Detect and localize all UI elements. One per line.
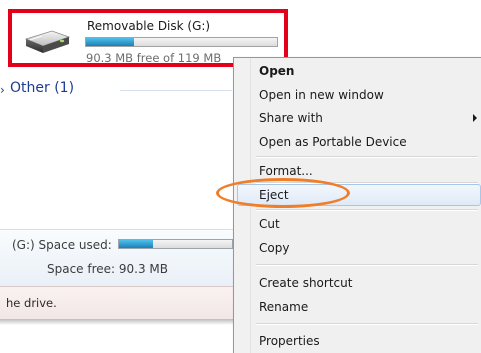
menu-item-format[interactable]: Format... (237, 160, 481, 182)
usb-drive-icon (24, 30, 71, 53)
menu-item-properties-label: Properties (259, 334, 320, 348)
drive-name-label: Removable Disk (G:) (87, 19, 211, 33)
menu-item-eject-label: Eject (259, 188, 289, 202)
details-space-free-label: Space free: 90.3 MB (47, 262, 169, 276)
menu-item-open-new-window-label: Open in new window (259, 88, 384, 102)
chevron-right-icon (473, 114, 477, 122)
menu-item-cut[interactable]: Cut (237, 213, 481, 235)
drive-capacity-bar (85, 37, 278, 47)
menu-item-format-label: Format... (259, 164, 313, 178)
status-text: he drive. (6, 296, 57, 310)
menu-item-copy-label: Copy (259, 241, 290, 255)
menu-item-rename[interactable]: Rename (237, 296, 481, 318)
group-collapse-icon: › (0, 83, 5, 97)
menu-separator (256, 323, 478, 325)
menu-item-open-portable-device-label: Open as Portable Device (259, 135, 407, 149)
menu-item-cut-label: Cut (259, 217, 280, 231)
menu-item-rename-label: Rename (259, 300, 309, 314)
details-space-used-label: (G:) Space used: (12, 238, 112, 252)
menu-separator (256, 209, 478, 211)
menu-item-properties[interactable]: Properties (237, 330, 481, 352)
context-menu: Open Open in new window Share with Open … (233, 57, 481, 353)
menu-item-open-label: Open (259, 64, 295, 78)
details-space-used-fill (119, 240, 153, 248)
group-header-label: Other (1) (10, 80, 75, 96)
menu-item-copy[interactable]: Copy (237, 237, 481, 259)
drive-capacity-fill (86, 38, 134, 46)
menu-separator (256, 264, 478, 266)
menu-item-open[interactable]: Open (237, 60, 481, 82)
group-header-divider (120, 90, 232, 91)
details-space-used-bar (118, 239, 233, 249)
menu-item-create-shortcut-label: Create shortcut (259, 276, 353, 290)
screenshot-stage: Removable Disk (G:) 90.3 MB free of 119 … (0, 0, 481, 353)
menu-item-open-portable-device[interactable]: Open as Portable Device (237, 131, 481, 153)
drive-free-space-label: 90.3 MB free of 119 MB (86, 51, 222, 65)
menu-item-share-with-label: Share with (259, 111, 323, 125)
group-header-other[interactable]: › Other (1) (0, 80, 232, 100)
menu-item-open-new-window[interactable]: Open in new window (237, 84, 481, 106)
menu-item-share-with[interactable]: Share with (237, 107, 481, 129)
menu-item-create-shortcut[interactable]: Create shortcut (237, 272, 481, 294)
menu-item-eject[interactable]: Eject (237, 184, 481, 206)
menu-separator (256, 156, 478, 158)
